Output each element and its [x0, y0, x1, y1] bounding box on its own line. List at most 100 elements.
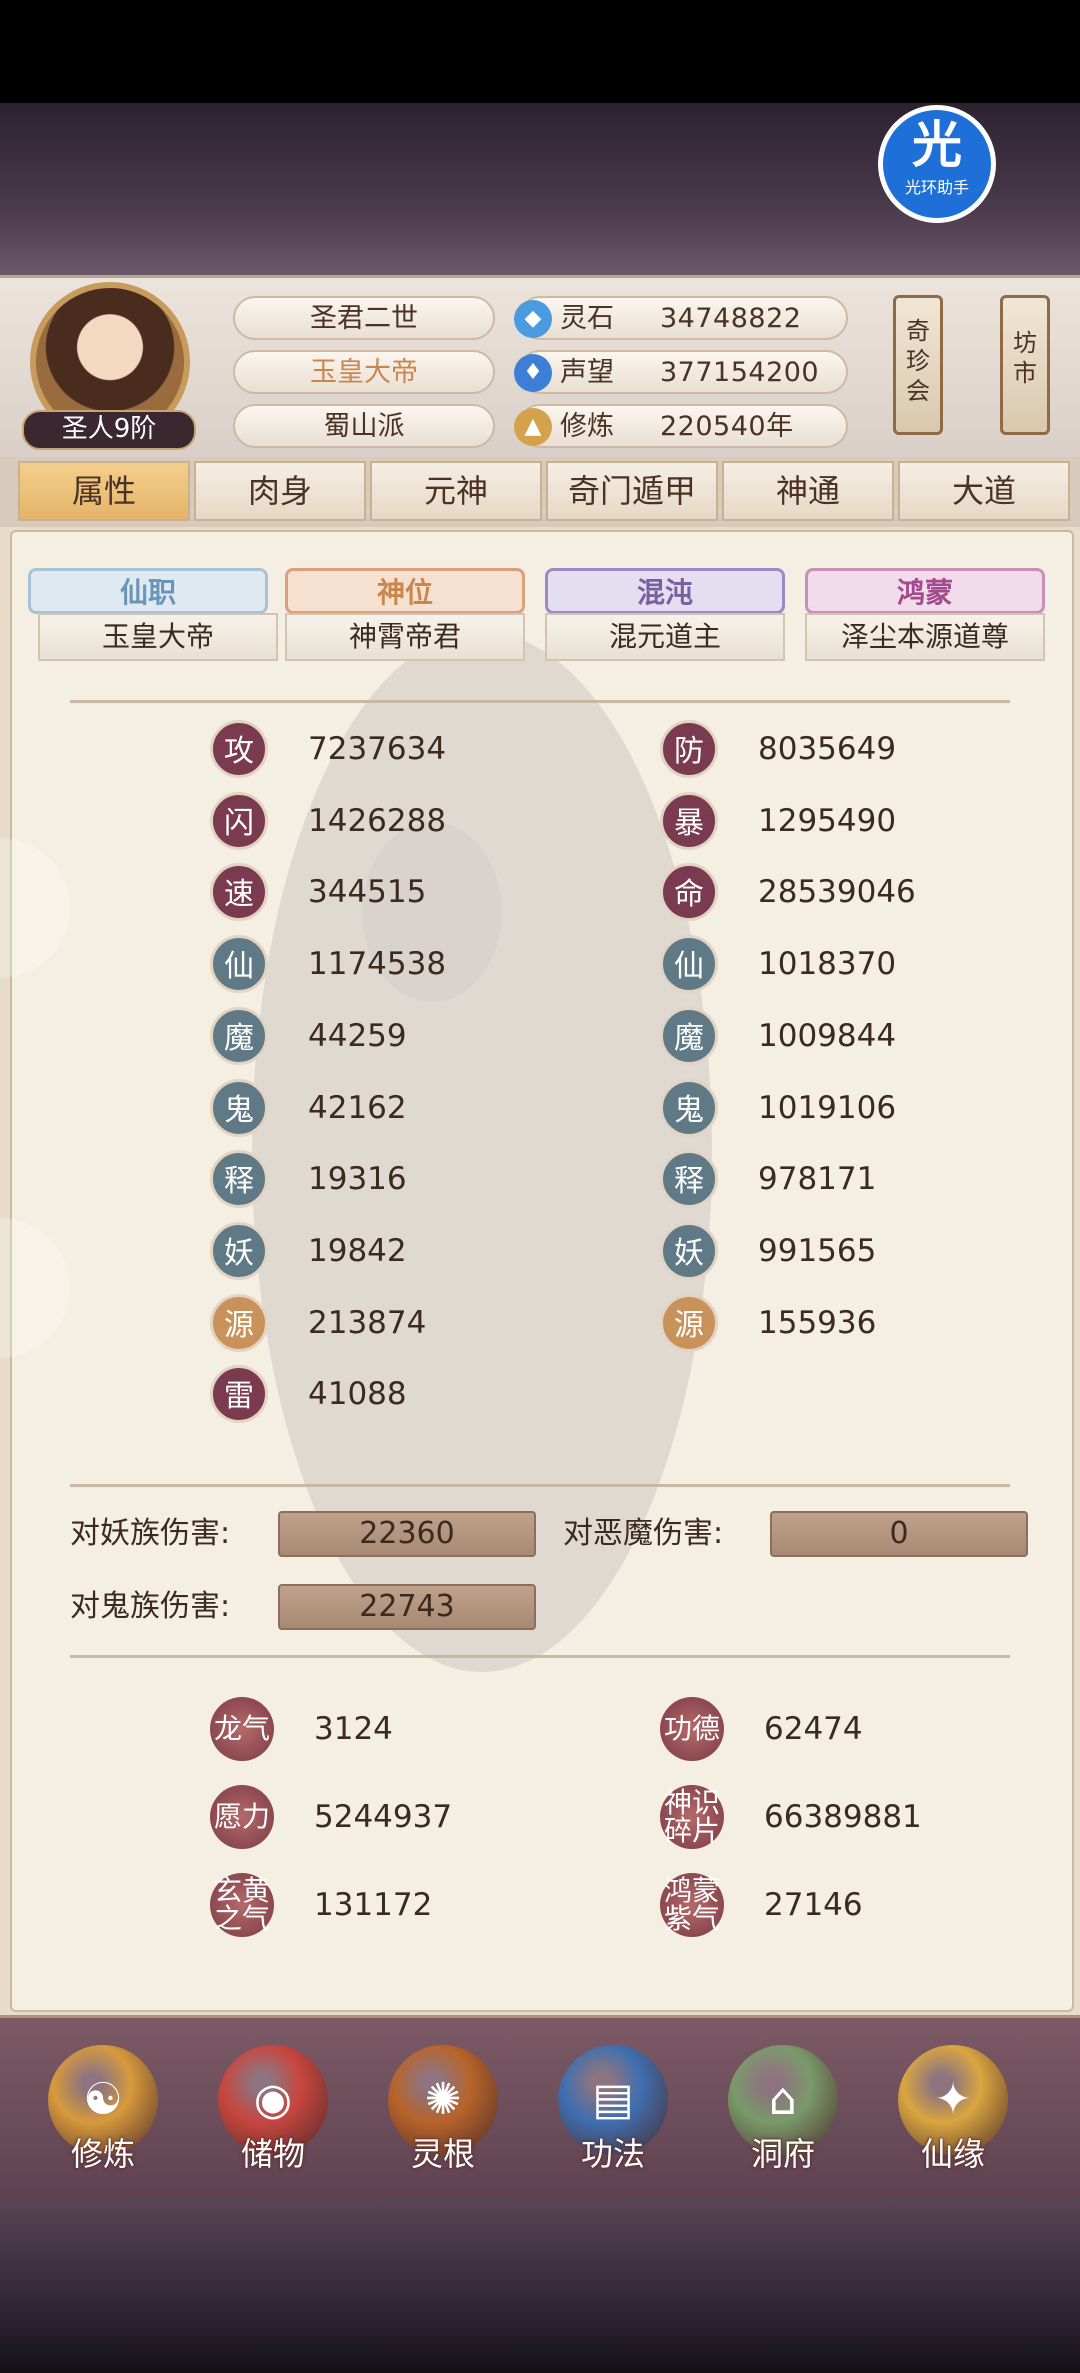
stat-icon[interactable]: 鬼 [660, 1078, 718, 1137]
nav-item-cultivate[interactable]: ☯ 修炼 [33, 2045, 173, 2190]
divider [70, 700, 1010, 703]
stat-icon[interactable]: 速 [210, 863, 268, 922]
stat-value: 991565 [758, 1232, 877, 1269]
stat-value: 19316 [308, 1161, 407, 1198]
resource-label: 修炼 [560, 411, 614, 442]
nav-item-cave-house[interactable]: ⌂ 洞府 [713, 2045, 853, 2190]
title-ribbon-chaos: 混沌 [545, 568, 785, 614]
misc-value: 3124 [314, 1711, 393, 1747]
stat-value: 19842 [308, 1232, 407, 1269]
stat-value: 1009844 [758, 1017, 897, 1054]
stat-value: 1018370 [758, 946, 897, 983]
stat-value: 1174538 [308, 946, 447, 983]
reputation-icon: ♦ [514, 354, 552, 392]
stat-icon[interactable]: 雷 [210, 1365, 268, 1424]
bottom-backdrop [0, 2195, 1080, 2373]
resource-value: 377154200 [660, 357, 820, 388]
stat-icon[interactable]: 源 [660, 1293, 718, 1352]
market-button[interactable]: 坊市 [1000, 295, 1050, 435]
tab-attributes[interactable]: 属性 [18, 461, 190, 521]
stat-value: 155936 [758, 1304, 877, 1341]
title-value-chaos: 混元道主 [545, 613, 785, 661]
stat-icon[interactable]: 命 [660, 863, 718, 922]
stat-row: 命 28539046 [660, 863, 1060, 922]
stat-icon[interactable]: 防 [660, 720, 718, 778]
treasure-fair-button[interactable]: 奇珍会 [893, 295, 943, 435]
stat-row: 释 19316 [210, 1150, 610, 1209]
misc-row: 愿力 5244937 [210, 1785, 610, 1849]
resource-reputation: ♦ 声望 377154200 [514, 350, 848, 394]
divider [70, 1484, 1010, 1487]
stat-icon[interactable]: 魔 [660, 1006, 718, 1065]
stat-value: 7237634 [308, 731, 447, 767]
resource-value: 34748822 [660, 303, 802, 334]
tab-powers[interactable]: 神通 [722, 461, 894, 521]
stat-icon[interactable]: 仙 [210, 935, 268, 994]
stat-value: 1295490 [758, 802, 897, 839]
stat-icon[interactable]: 释 [210, 1150, 268, 1209]
misc-value: 27146 [764, 1887, 863, 1923]
stat-icon[interactable]: 魔 [210, 1006, 268, 1065]
damage-value-ghost-race: 22743 [278, 1584, 536, 1630]
halo-assistant-icon: 光 [912, 116, 962, 174]
misc-icon: 神识碎片 [660, 1785, 724, 1849]
title-ribbon-hongmeng: 鸿蒙 [805, 568, 1045, 614]
stat-row: 妖 19842 [210, 1221, 610, 1280]
tab-body[interactable]: 肉身 [194, 461, 366, 521]
stat-icon[interactable]: 源 [210, 1293, 268, 1352]
stat-row: 暴 1295490 [660, 791, 1060, 850]
title-ribbon-immortal-post: 仙职 [28, 568, 268, 614]
stat-row: 防 8035649 [660, 720, 1060, 778]
stat-icon[interactable]: 攻 [210, 720, 268, 778]
divider [70, 1655, 1010, 1658]
status-bar-area [0, 0, 1080, 103]
resource-value: 220540年 [660, 411, 794, 442]
nav-label: 储物 [240, 2135, 305, 2173]
nav-label: 洞府 [750, 2135, 815, 2173]
nav-item-spirit-root[interactable]: ✺ 灵根 [373, 2045, 513, 2190]
stat-row: 攻 7237634 [210, 720, 610, 778]
title-value-immortal-post: 玉皇大帝 [38, 613, 278, 661]
nav-label: 仙缘 [920, 2135, 985, 2173]
misc-value: 66389881 [764, 1799, 922, 1835]
misc-icon: 功德 [660, 1697, 724, 1761]
stat-icon[interactable]: 仙 [660, 935, 718, 994]
damage-value-demon-race: 22360 [278, 1511, 536, 1557]
nav-label: 灵根 [410, 2135, 475, 2173]
player-name: 玉皇大帝 [233, 350, 495, 394]
title-value-divine-rank: 神霄帝君 [285, 613, 525, 661]
rank-badge: 圣人9阶 [22, 410, 196, 450]
halo-assistant-badge[interactable]: 光 光环助手 [878, 105, 996, 223]
damage-label-demon-race: 对妖族伤害: [70, 1516, 231, 1551]
player-sect: 蜀山派 [233, 404, 495, 448]
damage-label-devil: 对恶魔伤害: [563, 1516, 724, 1551]
stat-row: 妖 991565 [660, 1221, 1060, 1280]
market-label: 坊市 [1013, 329, 1037, 387]
tab-qimen[interactable]: 奇门遁甲 [546, 461, 718, 521]
resource-label: 声望 [560, 357, 614, 388]
stat-row: 释 978171 [660, 1150, 1060, 1209]
nav-item-fate-gourd[interactable]: ✦ 仙缘 [883, 2045, 1023, 2190]
stat-icon[interactable]: 暴 [660, 791, 718, 850]
nav-item-manual-book[interactable]: ▤ 功法 [543, 2045, 683, 2190]
stat-icon[interactable]: 释 [660, 1150, 718, 1209]
misc-value: 5244937 [314, 1799, 453, 1835]
stat-row: 源 213874 [210, 1293, 610, 1352]
stat-row: 源 155936 [660, 1293, 1060, 1352]
tab-dao[interactable]: 大道 [898, 461, 1070, 521]
treasure-fair-label: 奇珍会 [906, 317, 930, 405]
resource-label: 灵石 [560, 303, 614, 334]
stat-icon[interactable]: 妖 [660, 1221, 718, 1280]
title-ribbon-divine-rank: 神位 [285, 568, 525, 614]
tab-spirit[interactable]: 元神 [370, 461, 542, 521]
stat-row: 仙 1018370 [660, 935, 1060, 994]
stat-value: 28539046 [758, 874, 916, 911]
stat-icon[interactable]: 鬼 [210, 1078, 268, 1137]
damage-value-devil: 0 [770, 1511, 1028, 1557]
misc-icon: 龙气 [210, 1697, 274, 1761]
nav-label: 修炼 [70, 2135, 135, 2173]
nav-item-storage-bag[interactable]: ◉ 储物 [203, 2045, 343, 2190]
stat-icon[interactable]: 妖 [210, 1221, 268, 1280]
stat-row: 鬼 1019106 [660, 1078, 1060, 1137]
stat-icon[interactable]: 闪 [210, 791, 268, 850]
